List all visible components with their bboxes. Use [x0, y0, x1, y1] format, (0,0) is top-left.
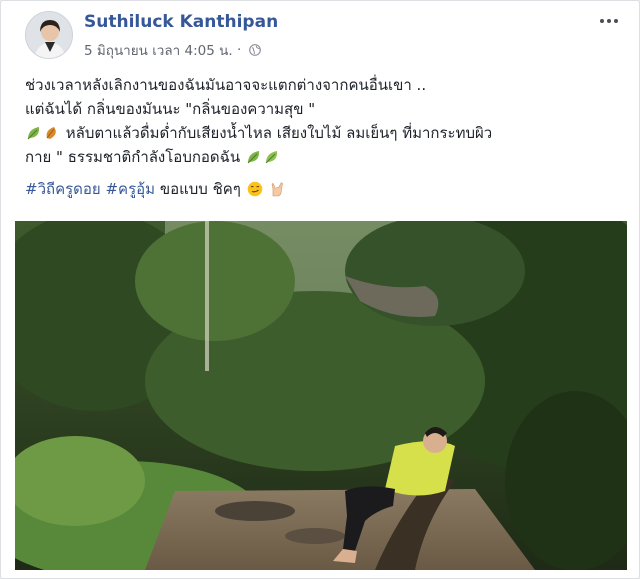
post-photo-image — [15, 221, 627, 570]
leaf-emoji-icon — [247, 151, 260, 164]
post-text-line-4-text: กาย " ธรรมชาติกำลังโอบกอดฉัน — [25, 148, 241, 166]
globe-icon[interactable] — [248, 44, 261, 56]
author-name[interactable]: Suthiluck Kanthipan — [84, 12, 278, 32]
leaf-emoji-icon — [265, 151, 278, 164]
avatar-image — [26, 12, 72, 58]
post-card: Suthiluck Kanthipan 5 มิถุนายน เวลา 4:05… — [0, 0, 640, 579]
rock-on-hand-emoji-icon — [272, 182, 284, 197]
post-text-line-3-text: หลับตาแล้วดื่มด่ำกับเสียงน้ำไหล เสียงใบไ… — [65, 124, 493, 142]
post-header: Suthiluck Kanthipan 5 มิถุนายน เวลา 4:05… — [25, 11, 623, 59]
post-text-line-4: กาย " ธรรมชาติกำลังโอบกอดฉัน — [25, 145, 621, 169]
fallen-leaf-emoji-icon — [46, 127, 56, 139]
post-photo[interactable] — [15, 221, 627, 570]
avatar[interactable] — [25, 11, 73, 59]
hashtag-link[interactable]: #วิถีครูดอย — [25, 180, 101, 198]
more-options-icon — [600, 19, 604, 23]
post-meta: 5 มิถุนายน เวลา 4:05 น. · — [84, 39, 261, 61]
post-text-line-5: #วิถีครูดอย #ครูอุ้ม ขอแบบ ชิคๆ — [25, 177, 621, 201]
hashtag-link[interactable]: #ครูอุ้ม — [105, 180, 155, 198]
post-text-tail: ขอแบบ ชิคๆ — [159, 180, 241, 198]
post-text-line-3: หลับตาแล้วดื่มด่ำกับเสียงน้ำไหล เสียงใบไ… — [25, 121, 621, 145]
leaf-emoji-icon — [27, 127, 40, 140]
smirk-emoji-icon — [247, 181, 262, 197]
post-text-line-1: ช่วงเวลาหลังเลิกงานของฉันมันอาจจะแตกต่าง… — [25, 76, 427, 94]
more-options-button[interactable] — [595, 13, 623, 29]
post-text-line-2: แต่ฉันได้ กลิ่นของมันนะ "กลิ่นของความสุข… — [25, 100, 316, 118]
post-timestamp[interactable]: 5 มิถุนายน เวลา 4:05 น. — [84, 43, 233, 59]
post-text: ช่วงเวลาหลังเลิกงานของฉันมันอาจจะแตกต่าง… — [25, 73, 621, 201]
meta-separator: · — [236, 42, 242, 58]
